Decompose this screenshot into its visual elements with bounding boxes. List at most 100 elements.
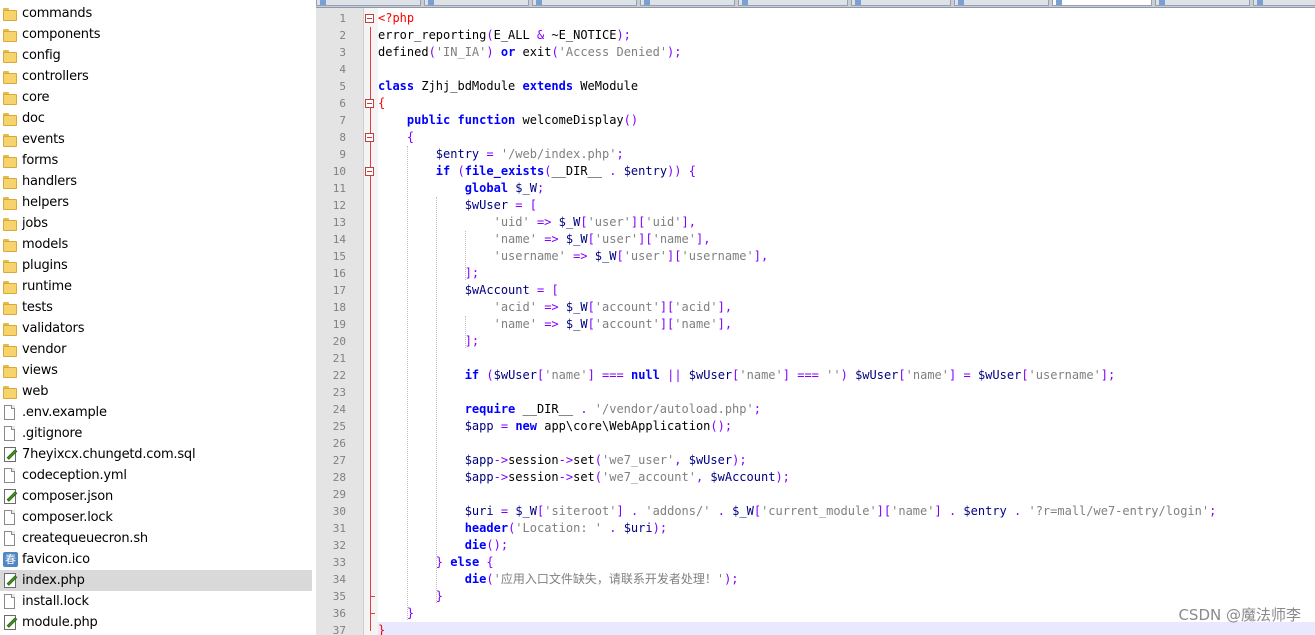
tree-folder[interactable]: controllers [0,66,312,87]
editor-tab[interactable] [1155,0,1250,6]
tree-file[interactable]: install.lock [0,591,312,612]
tree-item-label: composer.json [22,489,114,504]
editor-tab[interactable] [532,0,637,6]
code-line[interactable]: if ($wUser['name'] === null || $wUser['n… [378,367,1116,384]
code-line[interactable]: $uri = $_W['siteroot'] . 'addons/' . $_W… [378,503,1217,520]
code-line[interactable]: $wAccount = [ [378,282,559,299]
code-line[interactable]: 'uid' => $_W['user']['uid'], [378,214,696,231]
tree-item-label: jobs [22,216,48,231]
editor-tab[interactable] [424,0,529,6]
editor-tab[interactable] [316,0,421,6]
tree-file[interactable]: favicon.ico [0,549,312,570]
tree-folder[interactable]: vendor [0,339,312,360]
code-token: $app [464,470,494,484]
tree-folder[interactable]: models [0,234,312,255]
code-line[interactable]: $wUser = [ [378,197,537,214]
code-line[interactable]: } [378,622,1315,635]
code-token: 'name' [493,317,537,331]
code-line[interactable]: <?php [378,10,414,27]
tree-folder[interactable]: forms [0,150,312,171]
line-number: 37 [332,624,346,635]
code-token: $wUser [464,198,509,212]
tree-file[interactable]: index.php [0,570,312,591]
code-line[interactable]: 'acid' => $_W['account']['acid'], [378,299,733,316]
fold-toggle-icon[interactable] [365,167,374,176]
code-line[interactable]: { [378,129,414,146]
code-line[interactable]: { [378,95,385,112]
code-line[interactable]: if (file_exists(__DIR__ . $entry)) { [378,163,696,180]
tree-folder[interactable]: core [0,87,312,108]
code-line[interactable]: class Zjhj_bdModule extends WeModule [378,78,638,95]
code-token: } [406,606,415,620]
tree-file[interactable]: composer.json [0,486,312,507]
tree-folder[interactable]: runtime [0,276,312,297]
code-line[interactable]: $app = new app\core\WebApplication(); [378,418,732,435]
tree-folder[interactable]: tests [0,297,312,318]
code-token: => [536,215,552,229]
tree-folder[interactable]: handlers [0,171,312,192]
editor-tab[interactable] [1253,0,1315,6]
editor-tab[interactable] [954,0,1049,6]
fold-toggle-icon[interactable] [365,99,374,108]
code-token: } [378,623,386,635]
editor-tab[interactable] [640,0,735,6]
code-line[interactable]: 'name' => $_W['account']['name'], [378,316,733,333]
code-token: Zjhj_bdModule [414,79,523,93]
editor-tab[interactable] [851,0,951,6]
code-line[interactable]: $app->session->set('we7_user', $wUser); [378,452,747,469]
editor-tab[interactable] [738,0,848,6]
code-line[interactable]: $app->session->set('we7_account', $wAcco… [378,469,790,486]
tree-file[interactable]: composer.lock [0,507,312,528]
code-editor[interactable]: 1 2 3 4 5 6 7 8 9 10 11 12 13 14 15 16 17 18 19 20 21 22 23 24 2… [316,0,1315,635]
code-line[interactable]: die(); [378,537,508,554]
code-line[interactable]: error_reporting(E_ALL & ~E_NOTICE); [378,27,631,44]
code-token: or [500,45,516,59]
code-line[interactable]: } [378,605,414,622]
line-number: 3 [339,46,346,59]
tree-folder[interactable]: events [0,129,312,150]
tree-folder[interactable]: components [0,24,312,45]
tree-folder[interactable]: plugins [0,255,312,276]
code-line[interactable]: header('Location: ' . $uri); [378,520,667,537]
tree-file[interactable]: 7heyixcx.chungetd.com.sql [0,444,312,465]
tree-folder[interactable]: doc [0,108,312,129]
tree-item-label: plugins [22,258,68,273]
code-line[interactable]: global $_W; [378,180,545,197]
tree-file[interactable]: .gitignore [0,423,312,444]
tree-folder[interactable]: web [0,381,312,402]
fold-toggle-icon[interactable] [365,14,374,23]
code-line[interactable]: $entry = '/web/index.php'; [378,146,624,163]
code-line[interactable]: public function welcomeDisplay() [378,112,638,129]
code-token: session [508,470,559,484]
code-token: $wUser [688,368,733,382]
tree-folder[interactable]: commands [0,3,312,24]
code-token: ] [934,504,942,518]
code-line[interactable]: defined('IN_IA') or exit('Access Denied'… [378,44,682,61]
code-token: (); [710,419,733,433]
edited-file-icon [3,488,17,505]
line-number: 24 [332,403,346,416]
tree-file[interactable]: createqueuecron.sh [0,528,312,549]
tree-file[interactable]: module.php [0,612,312,633]
fold-toggle-icon[interactable] [365,133,374,142]
code-line[interactable]: 'name' => $_W['user']['name'], [378,231,711,248]
code-line[interactable]: die('应用入口文件缺失，请联系开发者处理！'); [378,571,739,588]
tree-folder[interactable]: helpers [0,192,312,213]
tree-folder[interactable]: jobs [0,213,312,234]
code-token: ~E_NOTICE [544,28,617,42]
line-number: 14 [332,233,346,246]
editor-tab[interactable] [1052,0,1152,6]
tree-file[interactable]: codeception.yml [0,465,312,486]
code-token: . [717,504,725,518]
tree-file[interactable]: .env.example [0,402,312,423]
tree-folder[interactable]: views [0,360,312,381]
tree-folder[interactable]: validators [0,318,312,339]
tree-item-label: favicon.ico [22,552,90,567]
code-line[interactable]: } [378,588,443,605]
tree-folder[interactable]: config [0,45,312,66]
